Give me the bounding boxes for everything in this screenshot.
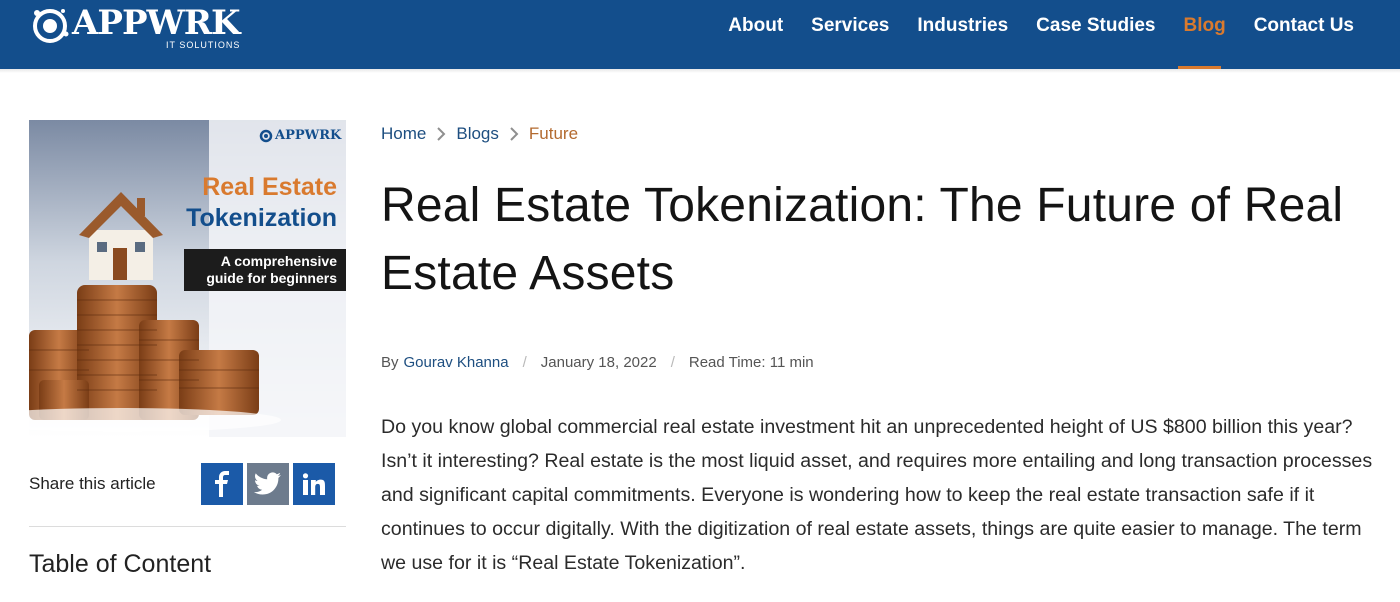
- nav-about[interactable]: About: [728, 15, 783, 37]
- chevron-right-icon: [499, 124, 529, 144]
- nav-services[interactable]: Services: [811, 15, 889, 37]
- logo-icon: [33, 9, 69, 43]
- site-header: APPWRK IT SOLUTIONS About Services Indus…: [0, 0, 1400, 69]
- image-tagline: A comprehensive guide for beginners: [184, 249, 346, 291]
- share-label: Share this article: [29, 474, 156, 493]
- nav-blog[interactable]: Blog: [1183, 15, 1225, 37]
- featured-image: APPWRK Real Estate Tokenization A compre…: [29, 120, 346, 437]
- meta-separator: /: [670, 354, 675, 371]
- table-of-content-title: Table of Content: [29, 550, 212, 578]
- image-logo-icon: [259, 129, 273, 142]
- publish-date: January 18, 2022: [540, 354, 657, 371]
- breadcrumb-current: Future: [528, 124, 579, 143]
- article-meta: By Gourav Khanna / January 18, 2022 / Re…: [381, 354, 814, 371]
- linkedin-icon: [303, 473, 325, 495]
- read-time: Read Time: 11 min: [688, 354, 814, 371]
- logo-subtext: IT SOLUTIONS: [166, 40, 241, 50]
- sidebar-divider: [29, 526, 346, 527]
- nav-case-studies[interactable]: Case Studies: [1036, 15, 1155, 37]
- nav-industries[interactable]: Industries: [917, 15, 1008, 37]
- image-brand: APPWRK: [259, 128, 341, 143]
- facebook-icon: [215, 471, 229, 497]
- twitter-icon: [254, 472, 281, 495]
- linkedin-share-button[interactable]: [293, 463, 335, 505]
- breadcrumb-blogs[interactable]: Blogs: [456, 124, 499, 144]
- facebook-share-button[interactable]: [201, 463, 243, 505]
- logo-text: APPWRK: [72, 3, 241, 43]
- nav-contact-us[interactable]: Contact Us: [1254, 15, 1354, 37]
- header-shadow: [0, 69, 1400, 73]
- article-intro: Do you know global commercial real estat…: [381, 416, 1373, 574]
- logo[interactable]: APPWRK IT SOLUTIONS: [28, 4, 241, 54]
- by-label: By: [381, 354, 399, 371]
- twitter-share-button[interactable]: [247, 463, 289, 505]
- main-nav: About Services Industries Case Studies B…: [700, 15, 1354, 37]
- author-link[interactable]: Gourav Khanna: [404, 354, 509, 371]
- share-section: Share this article: [29, 463, 346, 505]
- breadcrumb-home[interactable]: Home: [381, 124, 426, 144]
- meta-separator: /: [522, 354, 527, 371]
- article-title: Real Estate Tokenization: The Future of …: [381, 179, 1344, 300]
- image-title: Real Estate Tokenization: [186, 173, 337, 232]
- breadcrumb: Home Blogs Future: [381, 124, 578, 144]
- chevron-right-icon: [426, 124, 456, 144]
